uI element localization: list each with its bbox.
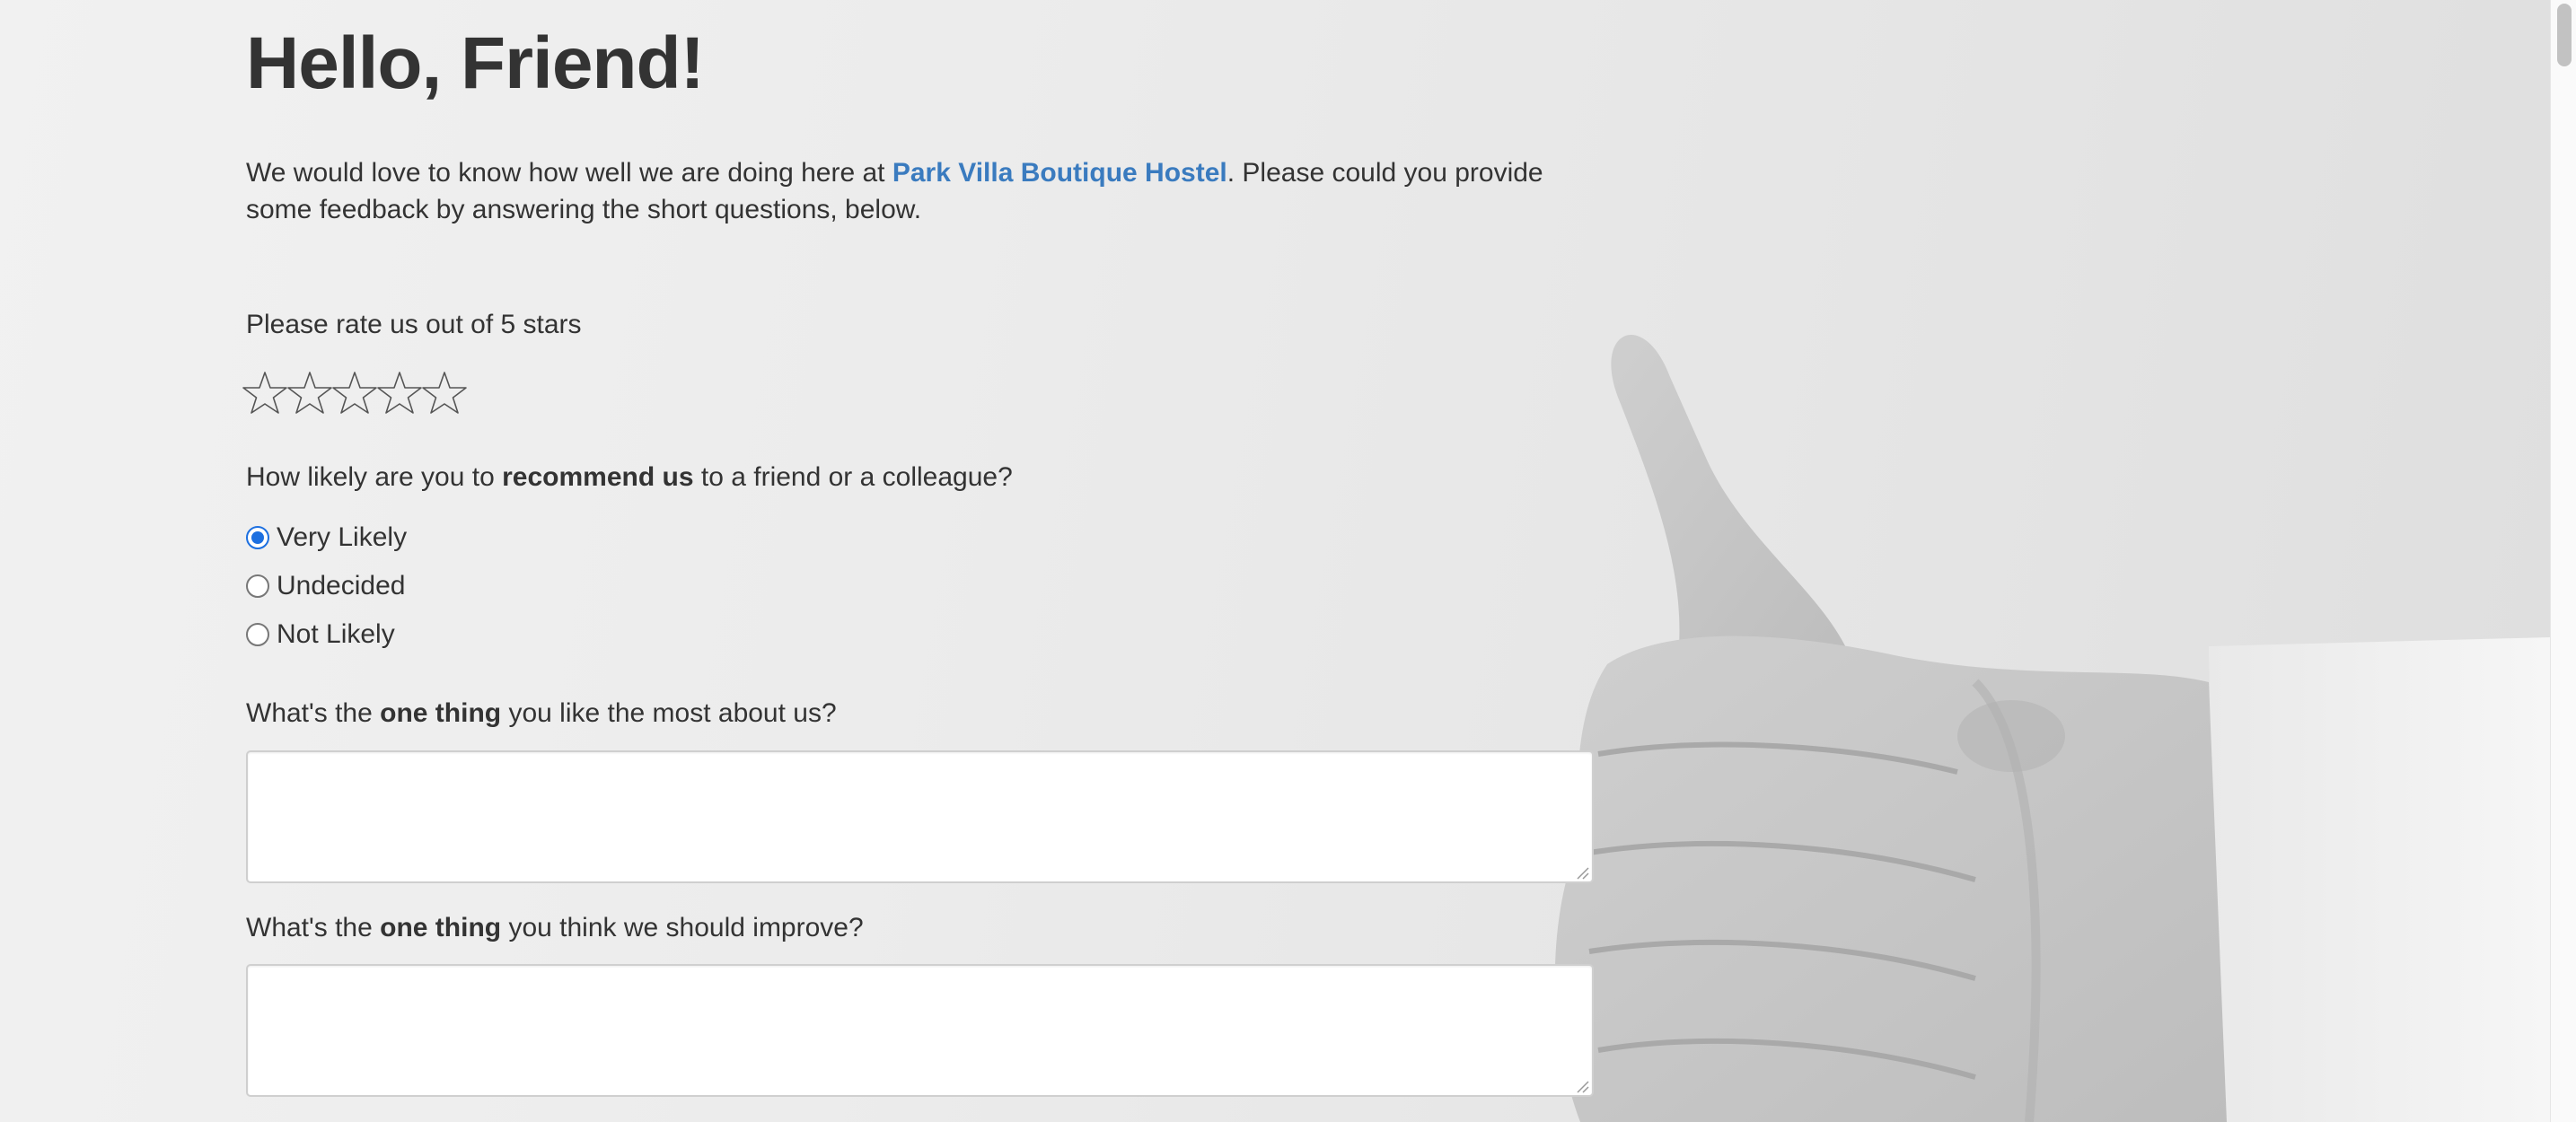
like-most-question-pre: What's the [246, 698, 381, 728]
resize-grip-icon[interactable] [1575, 1079, 1589, 1093]
star-rating [242, 371, 467, 416]
improve-question-post: you think we should improve? [501, 913, 864, 942]
star-icon-4[interactable] [377, 371, 422, 416]
star-icon-2[interactable] [287, 371, 332, 416]
intro-paragraph: We would love to know how well we are do… [246, 154, 1593, 228]
radio-button-undecided[interactable] [246, 574, 269, 598]
intro-text-before: We would love to know how well we are do… [246, 158, 892, 188]
page-title: Hello, Friend! [246, 22, 705, 104]
recommend-question-bold: recommend us [502, 462, 694, 492]
like-most-question-post: you like the most about us? [501, 698, 837, 728]
radio-button-not-likely[interactable] [246, 623, 269, 646]
radio-not-likely[interactable]: Not Likely [246, 619, 395, 650]
star-icon-1[interactable] [242, 371, 287, 416]
like-most-question: What's the one thing you like the most a… [246, 698, 837, 729]
recommend-question-post: to a friend or a colleague? [693, 462, 1013, 492]
radio-very-likely[interactable]: Very Likely [246, 522, 407, 553]
recommend-question-pre: How likely are you to [246, 462, 503, 492]
radio-button-very-likely[interactable] [246, 526, 269, 549]
hostel-link[interactable]: Park Villa Boutique Hostel [892, 158, 1227, 188]
improve-question-bold: one thing [380, 913, 502, 942]
resize-grip-icon[interactable] [1575, 865, 1589, 880]
radio-label-very-likely: Very Likely [277, 522, 408, 552]
like-most-textarea[interactable] [246, 750, 1594, 883]
scrollbar-thumb[interactable] [2557, 4, 2572, 66]
improve-question: What's the one thing you think we should… [246, 913, 864, 943]
rating-label: Please rate us out of 5 stars [246, 310, 582, 339]
page-scrollbar[interactable] [2550, 0, 2576, 1122]
radio-undecided[interactable]: Undecided [246, 571, 405, 601]
radio-label-not-likely: Not Likely [277, 619, 395, 649]
radio-label-undecided: Undecided [277, 571, 406, 600]
recommend-question: How likely are you to recommend us to a … [246, 462, 1013, 493]
improve-textarea[interactable] [246, 964, 1594, 1097]
background-thumbs-up-image [1554, 334, 2550, 1122]
star-icon-5[interactable] [422, 371, 467, 416]
star-icon-3[interactable] [332, 371, 377, 416]
improve-question-pre: What's the [246, 913, 381, 942]
like-most-question-bold: one thing [380, 698, 502, 728]
